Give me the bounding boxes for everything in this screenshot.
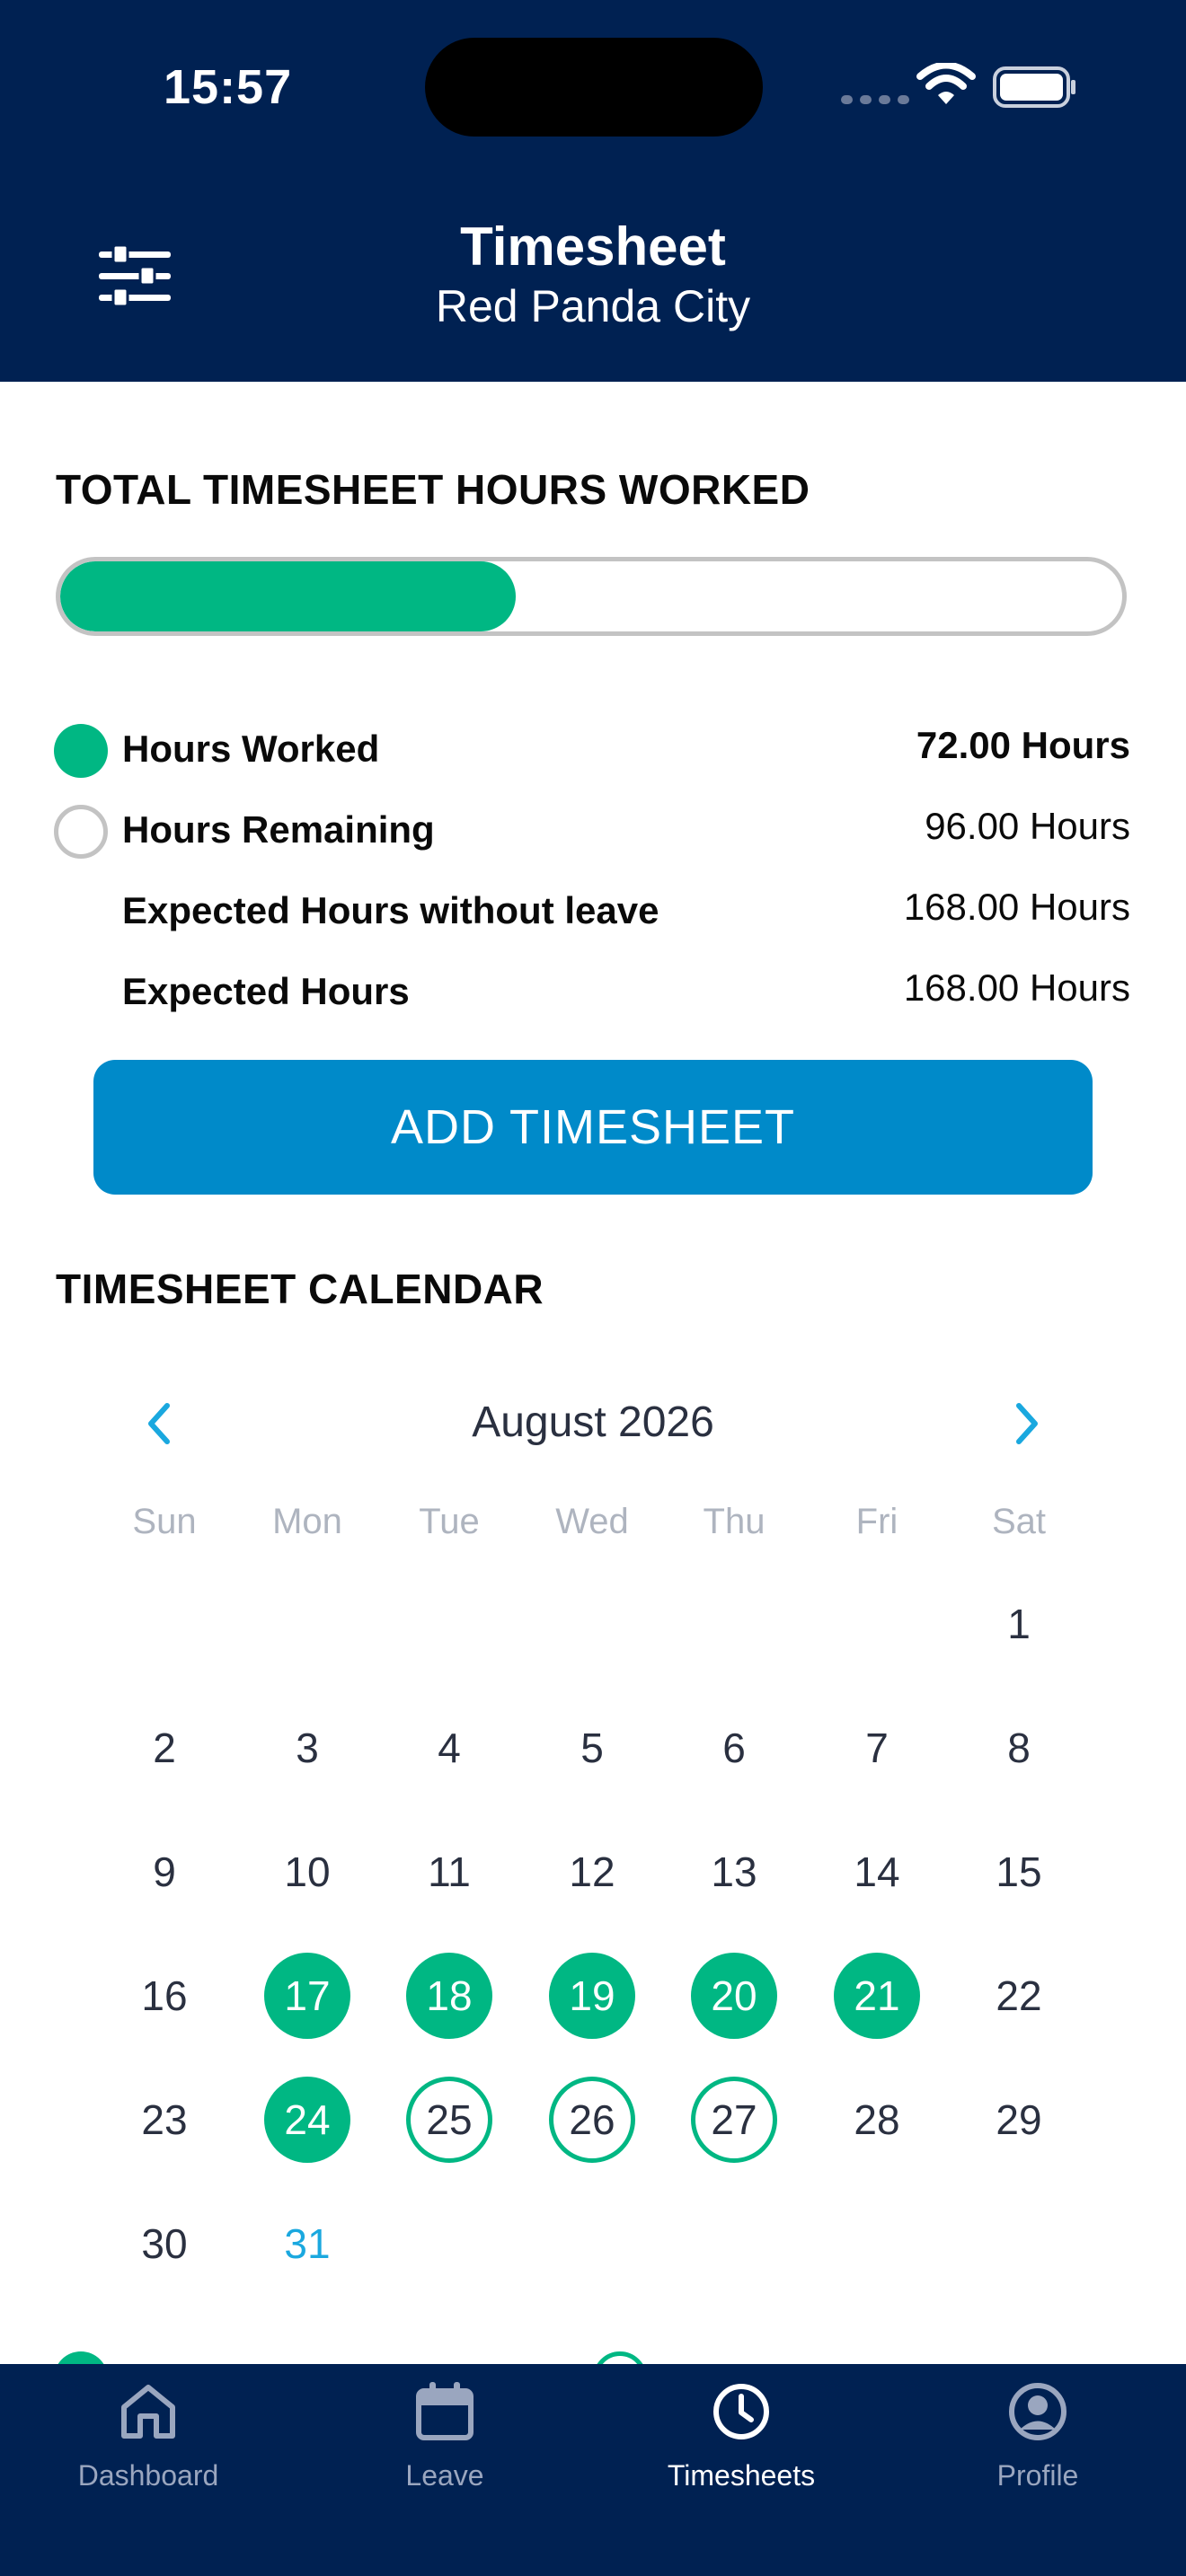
weekday-header: Sun [132, 1502, 197, 1541]
bottom-tab-bar: Dashboard Leave Timesheets Profile [0, 2364, 1186, 2576]
calendar-day[interactable]: 28 [834, 2077, 920, 2163]
weekday-header: Thu [703, 1502, 766, 1541]
hours-legend-row: Hours Remaining 96.00 Hours [0, 799, 1186, 862]
hours-legend-value: 168.00 Hours [903, 886, 1130, 928]
calendar-day[interactable]: 5 [549, 1705, 635, 1791]
tab-leave-label: Leave [405, 2459, 484, 2492]
calendar-day[interactable]: 17 [264, 1953, 350, 2039]
chevron-right-icon[interactable] [999, 1397, 1053, 1451]
tab-timesheets[interactable]: Timesheets [593, 2364, 890, 2576]
calendar-day[interactable]: 19 [549, 1953, 635, 2039]
page-title: Timesheet [460, 216, 726, 277]
hours-legend-row: Hours Worked 72.00 Hours [0, 719, 1186, 781]
calendar-day[interactable]: 18 [406, 1953, 492, 2039]
add-timesheet-button[interactable]: ADD TIMESHEET [93, 1060, 1093, 1195]
tab-profile[interactable]: Profile [890, 2364, 1186, 2576]
calendar-day[interactable]: 30 [121, 2201, 208, 2287]
calendar-day[interactable]: 31 [264, 2201, 350, 2287]
tab-dashboard[interactable]: Dashboard [0, 2364, 296, 2576]
weekday-header: Tue [419, 1502, 480, 1541]
calendar-day[interactable]: 6 [691, 1705, 777, 1791]
tab-leave[interactable]: Leave [296, 2364, 593, 2576]
calendar-day[interactable]: 23 [121, 2077, 208, 2163]
calendar-day[interactable]: 14 [834, 1829, 920, 1915]
tab-timesheets-label: Timesheets [667, 2459, 816, 2492]
calendar-day[interactable]: 7 [834, 1705, 920, 1791]
calendar-icon [416, 2382, 474, 2440]
calendar-day[interactable]: 26 [549, 2077, 635, 2163]
hours-remaining-dot [54, 805, 108, 859]
hours-legend-label: Expected Hours [122, 970, 410, 1012]
hours-legend-label: Hours Remaining [122, 808, 435, 851]
calendar-day[interactable]: 12 [549, 1829, 635, 1915]
user-circle-icon [1009, 2383, 1067, 2440]
hours-legend-value: 168.00 Hours [903, 966, 1130, 1009]
calendar-day[interactable]: 10 [264, 1829, 350, 1915]
calendar-day[interactable]: 8 [976, 1705, 1062, 1791]
tab-dashboard-label: Dashboard [77, 2459, 219, 2492]
tab-profile-label: Profile [996, 2459, 1079, 2492]
calendar-section-title: TIMESHEET CALENDAR [56, 1266, 544, 1312]
weekday-header: Fri [855, 1502, 898, 1541]
hours-worked-dot [54, 724, 108, 778]
top-bar: 15:57 Timesheet Red Panda City [0, 0, 1186, 382]
clock-icon [713, 2384, 769, 2439]
hours-progress-bar [56, 557, 1127, 636]
hours-legend-row: Expected Hours without leave 168.00 Hours [0, 880, 1186, 943]
home-icon [121, 2385, 175, 2439]
calendar-day[interactable]: 2 [121, 1705, 208, 1791]
calendar-day[interactable]: 3 [264, 1705, 350, 1791]
weekday-header: Sat [991, 1502, 1047, 1541]
calendar-day[interactable]: 25 [406, 2077, 492, 2163]
hours-legend-value: 96.00 Hours [925, 805, 1130, 847]
hours-legend-label: Expected Hours without leave [122, 889, 659, 931]
calendar-day[interactable]: 15 [976, 1829, 1062, 1915]
calendar-day[interactable]: 20 [691, 1953, 777, 2039]
calendar-day[interactable]: 27 [691, 2077, 777, 2163]
calendar-day[interactable]: 11 [406, 1829, 492, 1915]
calendar-day[interactable]: 22 [976, 1953, 1062, 2039]
signal-icon [841, 95, 909, 104]
hours-legend-label: Hours Worked [122, 728, 380, 770]
page-subtitle: Red Panda City [435, 281, 751, 331]
hours-section-title: TOTAL TIMESHEET HOURS WORKED [56, 466, 810, 513]
hours-legend-value: 72.00 Hours [916, 724, 1130, 766]
calendar-day[interactable]: 1 [976, 1581, 1062, 1667]
weekday-header: Mon [272, 1502, 342, 1541]
calendar-day[interactable]: 9 [121, 1829, 208, 1915]
calendar-day[interactable]: 21 [834, 1953, 920, 2039]
calendar-day[interactable]: 4 [406, 1705, 492, 1791]
hours-legend-row: Expected Hours 168.00 Hours [0, 961, 1186, 1024]
calendar-day[interactable]: 24 [264, 2077, 350, 2163]
wifi-icon [916, 63, 976, 104]
calendar-day[interactable]: 13 [691, 1829, 777, 1915]
weekday-header: Wed [555, 1502, 629, 1541]
dynamic-island [425, 38, 763, 137]
calendar-day[interactable]: 16 [121, 1953, 208, 2039]
battery-icon [993, 66, 1075, 108]
status-time: 15:57 [164, 60, 293, 114]
calendar-day[interactable]: 29 [976, 2077, 1062, 2163]
hours-progress-fill [60, 561, 516, 631]
